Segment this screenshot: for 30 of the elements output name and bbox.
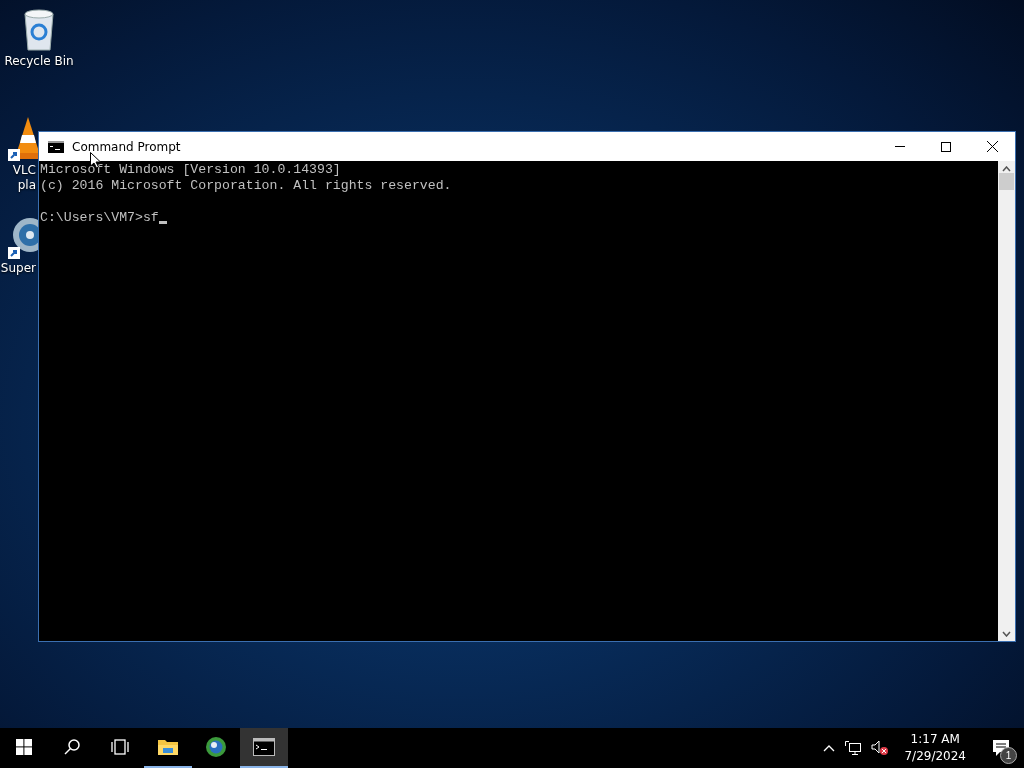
scrollbar[interactable] <box>998 161 1015 641</box>
desktop-icon-label[interactable]: Super <box>0 261 36 276</box>
scroll-thumb[interactable] <box>999 173 1014 190</box>
network-icon <box>845 741 862 755</box>
notification-button[interactable]: 1 <box>978 728 1024 768</box>
console-line: (c) 2016 Microsoft Corporation. All rights reserved. <box>40 178 452 194</box>
command-prompt-line: C:\Users\VM7>sf <box>40 210 159 226</box>
console-icon <box>48 140 64 153</box>
console-icon <box>253 738 275 756</box>
window-title: Command Prompt <box>72 139 182 154</box>
chevron-up-icon <box>823 744 836 752</box>
minimize-icon <box>895 146 905 147</box>
folder-icon <box>157 738 179 756</box>
console-line: Microsoft Windows [Version 10.0.14393] <box>40 162 341 178</box>
maximize-icon <box>941 141 951 152</box>
close-icon <box>986 141 998 152</box>
globe-icon <box>205 736 227 758</box>
taskbar-button[interactable] <box>240 728 288 768</box>
windows-logo-icon <box>16 739 32 755</box>
desktop-icon-label[interactable]: Recycle Bin <box>4 54 74 69</box>
desktop-icon-label[interactable]: VLC pla <box>12 163 36 193</box>
notification-count: 1 <box>1000 747 1017 764</box>
search-icon <box>63 738 81 756</box>
text-cursor <box>158 221 167 224</box>
clock[interactable]: 1:17 AM 7/29/2024 <box>896 731 974 765</box>
console-area[interactable]: Microsoft Windows [Version 10.0.14393] (c) 2016 Microsoft Corporation. All rights reserved. C:\Users\VM7>sf <box>39 161 998 641</box>
scroll-up-icon <box>1002 166 1011 172</box>
muted-speaker-icon <box>871 740 890 756</box>
scroll-down-icon <box>1002 631 1011 637</box>
task-view-icon <box>110 739 130 755</box>
